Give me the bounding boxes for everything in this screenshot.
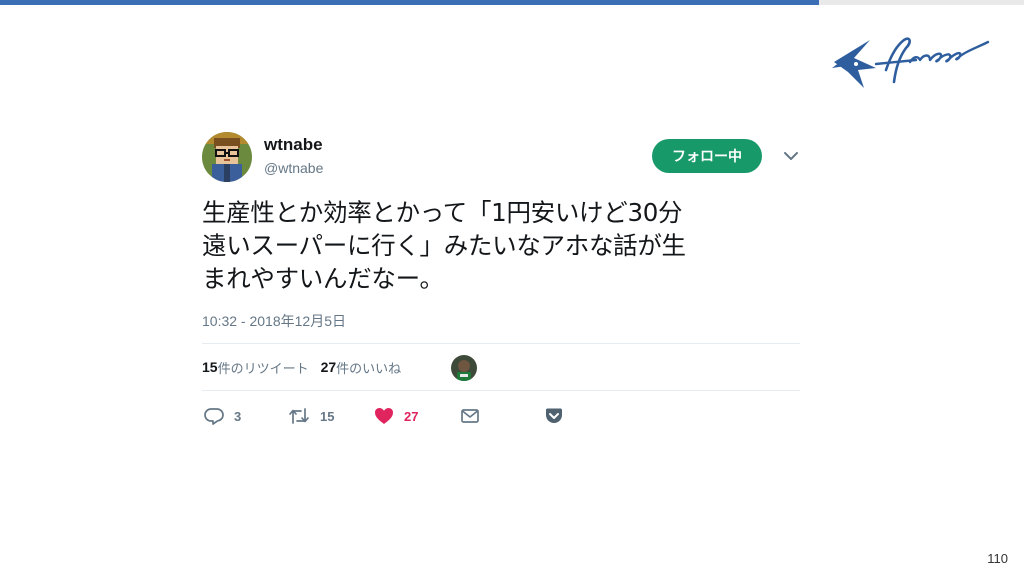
heart-icon: [375, 408, 393, 424]
handle[interactable]: @wtnabe: [264, 160, 323, 176]
engagement-stats: 15 件のリツイート 27 件のいいね: [202, 354, 413, 380]
retweet-stat-label: 件のリツイート: [217, 361, 309, 377]
reply-count: 3: [234, 408, 242, 424]
avatar[interactable]: [202, 132, 252, 182]
slide-progress-track: [0, 0, 1024, 5]
following-button-label: フォロー中: [672, 149, 742, 165]
pocket-button[interactable]: [544, 404, 564, 428]
retweet-stat[interactable]: 15 件のリツイート: [202, 358, 309, 377]
chevron-down-icon[interactable]: [782, 148, 800, 164]
like-button[interactable]: 27: [374, 404, 418, 428]
pocket-icon: [546, 408, 562, 423]
tweet-text-line: 生産性とか効率とかって「1円安いけど30分: [202, 198, 683, 227]
retweet-action-count: 15: [320, 408, 335, 424]
reply-icon: [204, 408, 224, 425]
tweet-text: 生産性とか効率とかって「1円安いけど30分 遠いスーパーに行く」みたいなアホな話…: [202, 196, 792, 295]
liker-avatar[interactable]: [451, 355, 477, 381]
envelope-icon: [461, 409, 479, 423]
freee-logo: [826, 28, 994, 92]
slide-progress-fill: [0, 0, 820, 5]
like-action-count: 27: [404, 408, 419, 424]
tweet-text-line: 遠いスーパーに行く」みたいなアホな話が生: [202, 231, 686, 260]
like-stat[interactable]: 27 件のいいね: [321, 358, 402, 377]
direct-message-button[interactable]: [460, 404, 480, 428]
display-name[interactable]: wtnabe: [264, 135, 323, 155]
tweet-actions: 3 15 27: [202, 404, 802, 428]
divider: [202, 343, 800, 344]
retweet-button[interactable]: 15: [288, 404, 334, 428]
reply-button[interactable]: 3: [204, 404, 241, 428]
following-button[interactable]: フォロー中: [652, 139, 762, 173]
like-stat-label: 件のいいね: [336, 361, 402, 377]
like-count: 27: [320, 359, 337, 375]
page-number: 110: [987, 551, 1008, 566]
retweet-icon: [289, 408, 309, 424]
timestamp[interactable]: 10:32 - 2018年12月5日: [202, 311, 346, 331]
embedded-tweet: wtnabe @wtnabe フォロー中 生産性とか効率とかって「1円安いけど3…: [202, 132, 802, 432]
tweet-text-line: まれやすいんだなー。: [202, 264, 444, 293]
retweet-count: 15: [202, 359, 218, 375]
divider: [202, 390, 800, 391]
